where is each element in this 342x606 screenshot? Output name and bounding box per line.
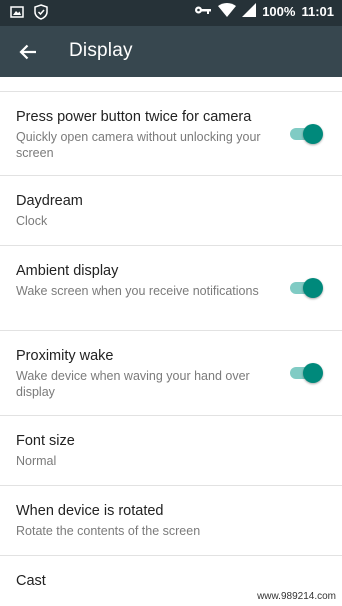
app-toolbar: Display [0, 26, 342, 77]
ambient-display-toggle[interactable] [290, 276, 323, 298]
battery-percent: 100% [262, 4, 296, 19]
status-bar: 100% 11:01 [0, 0, 342, 26]
settings-list[interactable]: Press power button twice for camera Quic… [0, 77, 342, 606]
setting-title: Daydream [16, 193, 83, 209]
back-button[interactable] [14, 38, 42, 66]
setting-device-rotation[interactable]: When device is rotated Rotate the conten… [0, 486, 342, 555]
key-icon [194, 4, 212, 19]
cell-signal-icon [242, 3, 257, 20]
clock: 11:01 [301, 4, 334, 19]
setting-ambient-display[interactable]: Ambient display Wake screen when you rec… [0, 246, 342, 330]
shield-icon [34, 4, 48, 25]
setting-summary: Wake screen when you receive notificatio… [16, 284, 259, 298]
setting-summary: Clock [16, 214, 48, 228]
proximity-wake-toggle[interactable] [290, 361, 323, 383]
image-notification-icon [10, 5, 24, 24]
setting-proximity-wake[interactable]: Proximity wake Wake device when waving y… [0, 331, 342, 415]
setting-font-size[interactable]: Font size Normal [0, 416, 342, 485]
setting-camera-gesture[interactable]: Press power button twice for camera Quic… [0, 92, 342, 175]
notification-icons [10, 4, 48, 25]
setting-title: Ambient display [16, 263, 119, 279]
setting-title: When device is rotated [16, 503, 164, 519]
setting-title: Font size [16, 433, 75, 449]
setting-summary: Wake device when waving your hand over d… [16, 369, 250, 399]
setting-title: Cast [16, 573, 46, 589]
setting-title: Proximity wake [16, 348, 114, 364]
camera-gesture-toggle[interactable] [290, 122, 323, 144]
page-title: Display [69, 40, 133, 61]
setting-summary: Normal [16, 454, 57, 468]
setting-title: Press power button twice for camera [16, 109, 252, 125]
system-icons: 100% 11:01 [194, 3, 334, 20]
setting-daydream[interactable]: Daydream Clock [0, 176, 342, 245]
wifi-icon [218, 3, 237, 20]
arrow-back-icon [19, 44, 36, 60]
setting-summary: Rotate the contents of the screen [16, 524, 201, 538]
watermark: www.989214.com [257, 591, 336, 602]
setting-summary: Quickly open camera without unlocking yo… [16, 130, 261, 160]
